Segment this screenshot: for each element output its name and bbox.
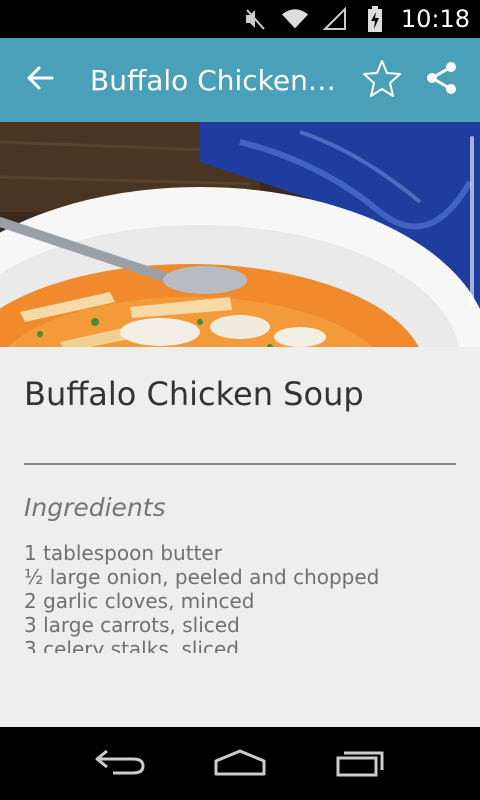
- battery-charging-icon: [361, 5, 389, 33]
- recipe-content: Buffalo Chicken Soup Ingredients 1 table…: [0, 347, 480, 727]
- app-bar-title: Buffalo Chicken Soup: [90, 63, 340, 97]
- status-bar: 10:18: [0, 0, 480, 38]
- wifi-icon: [281, 5, 309, 33]
- signal-icon: [321, 5, 349, 33]
- favorite-button[interactable]: [352, 38, 412, 122]
- navigation-bar: [0, 728, 480, 800]
- ingredient-item: 2 garlic cloves, minced: [24, 589, 255, 613]
- ingredients-heading: Ingredients: [24, 493, 166, 522]
- divider: [24, 463, 456, 465]
- recipe-title: Buffalo Chicken Soup: [24, 375, 364, 413]
- nav-home-icon: [212, 747, 268, 781]
- mute-icon: [241, 5, 269, 33]
- scrollbar[interactable]: [470, 136, 474, 306]
- star-outline-icon: [362, 58, 402, 102]
- ingredient-item: 3 celery stalks, sliced: [24, 637, 239, 653]
- share-button[interactable]: [412, 38, 472, 122]
- ingredient-item: 3 large carrots, sliced: [24, 613, 240, 637]
- recipe-photo: [0, 122, 480, 347]
- share-icon: [424, 60, 460, 100]
- nav-recents-button[interactable]: [320, 734, 400, 794]
- nav-recents-icon: [334, 746, 386, 782]
- nav-back-button[interactable]: [80, 734, 160, 794]
- ingredients-list: 1 tablespoon butter ½ large onion, peele…: [24, 541, 454, 653]
- back-arrow-icon: [26, 64, 54, 96]
- ingredient-item: ½ large onion, peeled and chopped: [24, 565, 380, 589]
- ingredient-item: 1 tablespoon butter: [24, 541, 222, 565]
- back-button[interactable]: [0, 38, 80, 122]
- nav-back-icon: [93, 747, 147, 781]
- app-bar: Buffalo Chicken Soup: [0, 38, 480, 122]
- status-time: 10:18: [400, 5, 470, 33]
- nav-home-button[interactable]: [200, 734, 280, 794]
